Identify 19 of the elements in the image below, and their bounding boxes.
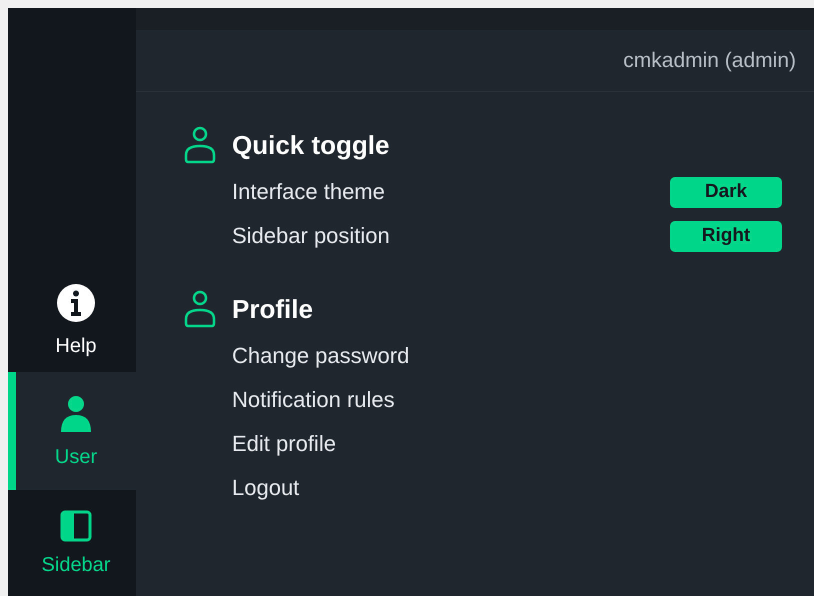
toggle-button[interactable]: Right xyxy=(670,220,782,252)
sidebar-item[interactable]: Help xyxy=(8,268,136,372)
username: cmkadmin (admin) xyxy=(623,48,796,72)
section-title: Quick toggle xyxy=(232,130,390,160)
person-icon xyxy=(58,394,94,434)
setting-label: Sidebar position xyxy=(232,223,390,249)
section-title: Profile xyxy=(232,294,313,324)
menu-link[interactable]: Notification rules xyxy=(232,387,395,413)
info-icon xyxy=(56,282,96,322)
sidebar-icon xyxy=(60,510,92,542)
menu-link[interactable]: Logout xyxy=(232,475,300,501)
menu-link[interactable]: Edit profile xyxy=(232,431,336,457)
sidebar-item[interactable]: User xyxy=(8,372,136,490)
user-outline-icon xyxy=(184,126,216,164)
sidebar-item[interactable]: Sidebar xyxy=(8,490,136,596)
setting-label: Interface theme xyxy=(232,179,385,205)
menu-link[interactable]: Change password xyxy=(232,343,410,369)
toggle-button[interactable]: Dark xyxy=(670,176,782,208)
user-outline-icon xyxy=(184,290,216,328)
